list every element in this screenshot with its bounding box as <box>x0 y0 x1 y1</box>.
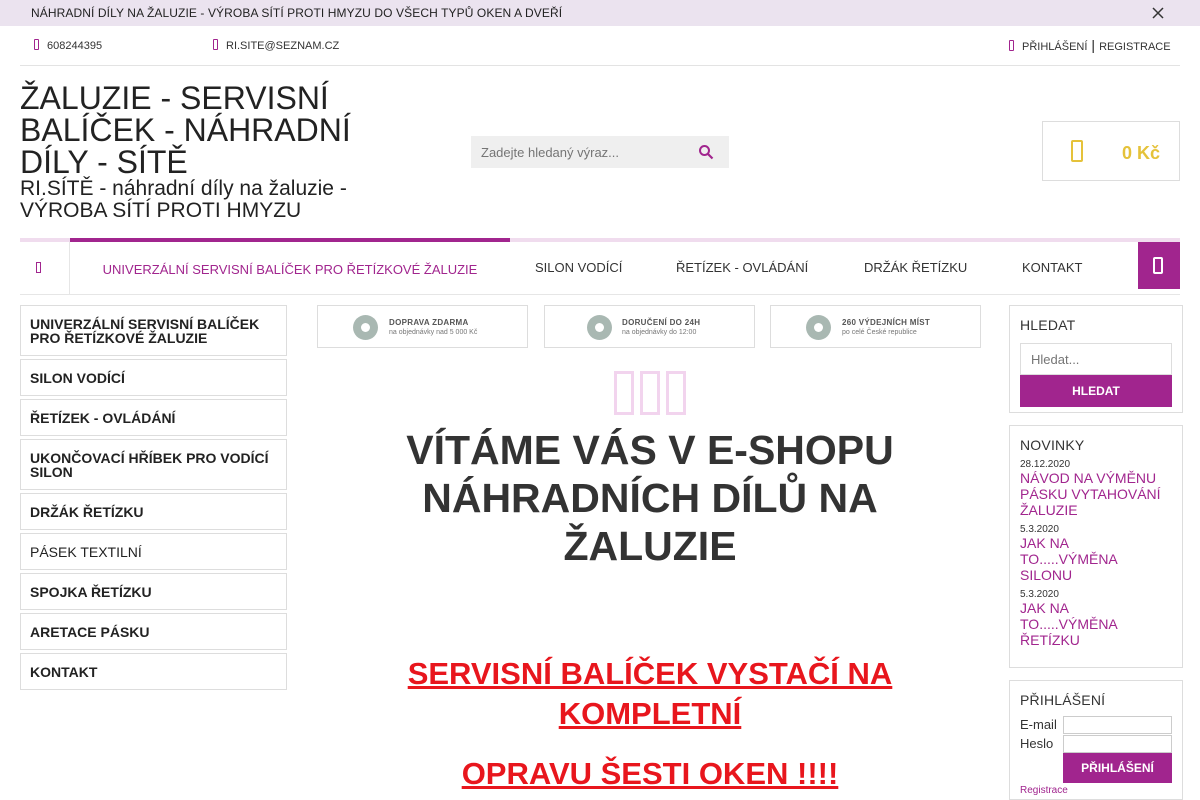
news-widget: NOVINKY 28.12.2020 NÁVOD NA VÝMĚNU PÁSKU… <box>1009 425 1183 668</box>
banner-text: na objednávky do 12:00 <box>622 329 697 336</box>
close-icon[interactable] <box>1149 4 1167 22</box>
nav-item-silon-vodici[interactable]: SILON VODÍCÍ <box>535 242 622 294</box>
sidebar-search-button[interactable]: HLEDAT <box>1020 375 1172 407</box>
mail-icon <box>213 39 218 50</box>
phone-contact[interactable]: 608244395 <box>34 39 102 52</box>
email-contact[interactable]: RI.SITE@SEZNAM.CZ <box>213 39 339 52</box>
register-link[interactable]: Registrace <box>1020 785 1068 796</box>
search-widget: HLEDAT HLEDAT <box>1009 305 1183 413</box>
welcome-heading: VÍTÁME VÁS V E-SHOPU NÁHRADNÍCH DÍLŮ NA … <box>406 427 894 569</box>
nav-item-retizek-ovladani[interactable]: ŘETÍZEK - OVLÁDÁNÍ <box>676 242 808 294</box>
nav-item-drzak-retizku[interactable]: DRŽÁK ŘETÍZKU <box>864 242 967 294</box>
widget-title: NOVINKY <box>1020 437 1085 453</box>
sidebar-item-servisni-balicek[interactable]: UNIVERZÁLNÍ SERVISNÍ BALÍČEK PRO ŘETÍZKO… <box>20 305 287 356</box>
location-pin-icon <box>806 315 831 340</box>
promo-text-1: SERVISNÍ BALÍČEK VYSTAČÍ NA KOMPLETNÍ <box>407 656 893 731</box>
cart-total: 0 Kč <box>1121 143 1160 163</box>
nav-item-kontakt[interactable]: KONTAKT <box>1022 242 1082 294</box>
banner-free-shipping[interactable]: DOPRAVA ZDARMA na objednávky nad 5 000 K… <box>317 305 528 348</box>
sidebar-item-aretace-pasku[interactable]: ARETACE PÁSKU <box>20 613 287 650</box>
banner-text: na objednávky nad 5 000 Kč <box>389 329 478 336</box>
sidebar-item-drzak-retizku[interactable]: DRŽÁK ŘETÍZKU <box>20 493 287 530</box>
placeholder-glyph <box>640 371 660 415</box>
sidebar-item-kontakt[interactable]: KONTAKT <box>20 653 287 690</box>
password-label: Heslo <box>1020 736 1054 751</box>
main-nav: UNIVERZÁLNÍ SERVISNÍ BALÍČEK PRO ŘETÍZKO… <box>20 238 1180 295</box>
widget-title: HLEDAT <box>1020 317 1076 333</box>
news-date: 5.3.2020 <box>1020 524 1059 535</box>
news-date: 5.3.2020 <box>1020 589 1059 600</box>
announcement-text: NÁHRADNÍ DÍLY NA ŽALUZIE - VÝROBA SÍTÍ P… <box>31 6 563 20</box>
banner-title: 260 VÝDEJNÍCH MÍST <box>842 318 931 327</box>
password-field[interactable] <box>1063 735 1172 753</box>
user-icon <box>1009 40 1014 51</box>
decorative-glyphs <box>614 368 692 428</box>
widget-title: PŘIHLÁŠENÍ <box>1020 692 1106 708</box>
banner-delivery-24h[interactable]: DORUČENÍ DO 24H na objednávky do 12:00 <box>544 305 755 348</box>
stopwatch-icon <box>587 315 612 340</box>
truck-icon <box>353 315 378 340</box>
news-link[interactable]: NÁVOD NA VÝMĚNU PÁSKU VYTAHOVÁNÍ ŽALUZIE <box>1020 470 1172 518</box>
news-link[interactable]: JAK NA TO.....VÝMĚNA SILONU <box>1020 535 1130 583</box>
sidebar-item-spojka-retizku[interactable]: SPOJKA ŘETÍZKU <box>20 573 287 610</box>
banner-text: po celé České republice <box>842 329 917 336</box>
category-sidebar: UNIVERZÁLNÍ SERVISNÍ BALÍČEK PRO ŘETÍZKO… <box>20 305 287 693</box>
email-address: RI.SITE@SEZNAM.CZ <box>226 40 340 52</box>
promo-text-2: OPRAVU ŠESTI OKEN !!!! <box>461 756 839 791</box>
login-button[interactable]: PŘIHLÁŠENÍ <box>1063 753 1172 783</box>
sidebar-search-input[interactable] <box>1020 343 1172 375</box>
login-widget: PŘIHLÁŠENÍ E-mail Heslo PŘIHLÁŠENÍ Regis… <box>1009 680 1183 800</box>
announcement-bar: NÁHRADNÍ DÍLY NA ŽALUZIE - VÝROBA SÍTÍ P… <box>0 0 1200 26</box>
nav-item-servisni-balicek[interactable]: UNIVERZÁLNÍ SERVISNÍ BALÍČEK PRO ŘETÍZKO… <box>70 238 510 294</box>
email-label: E-mail <box>1020 717 1057 732</box>
cart-button[interactable]: 0 Kč <box>1042 121 1180 181</box>
site-title[interactable]: ŽALUZIE - SERVISNÍ BALÍČEK - NÁHRADNÍ DÍ… <box>20 82 410 178</box>
nav-more-button[interactable] <box>1138 242 1180 289</box>
contact-bar: 608244395 RI.SITE@SEZNAM.CZ PŘIHLÁŠENÍ | R… <box>20 26 1180 66</box>
account-links: PŘIHLÁŠENÍ | REGISTRACE <box>1009 37 1171 53</box>
search-icon[interactable] <box>698 144 714 160</box>
menu-icon <box>1153 257 1163 274</box>
phone-icon <box>34 39 39 50</box>
banner-pickup-points[interactable]: 260 VÝDEJNÍCH MÍST po celé České republi… <box>770 305 981 348</box>
home-button[interactable] <box>20 242 70 294</box>
home-icon <box>36 262 41 273</box>
banner-title: DOPRAVA ZDARMA <box>389 318 469 327</box>
placeholder-glyph <box>666 371 686 415</box>
news-date: 28.12.2020 <box>1020 459 1071 470</box>
site-subtitle: RI.SÍTĚ - náhradní díly na žaluzie - VÝR… <box>20 177 347 222</box>
cart-icon <box>1071 140 1083 162</box>
header-search <box>471 136 729 168</box>
register-link[interactable]: REGISTRACE <box>1099 41 1171 53</box>
email-field[interactable] <box>1063 716 1172 734</box>
banner-title: DORUČENÍ DO 24H <box>622 318 701 327</box>
login-link[interactable]: PŘIHLÁŠENÍ <box>1022 41 1087 53</box>
link-separator: | <box>1091 37 1096 53</box>
sidebar-item-retizek-ovladani[interactable]: ŘETÍZEK - OVLÁDÁNÍ <box>20 399 287 436</box>
sidebar-item-silon-vodici[interactable]: SILON VODÍCÍ <box>20 359 287 396</box>
sidebar-item-ukoncovaci-hribek[interactable]: UKONČOVACÍ HŘÍBEK PRO VODÍCÍ SILON <box>20 439 287 490</box>
phone-number: 608244395 <box>47 40 103 52</box>
search-input[interactable] <box>471 136 681 168</box>
news-link[interactable]: JAK NA TO.....VÝMĚNA ŘETÍZKU <box>1020 600 1130 648</box>
placeholder-glyph <box>614 371 634 415</box>
sidebar-item-pasek-textilni[interactable]: PÁSEK TEXTILNÍ <box>20 533 287 570</box>
